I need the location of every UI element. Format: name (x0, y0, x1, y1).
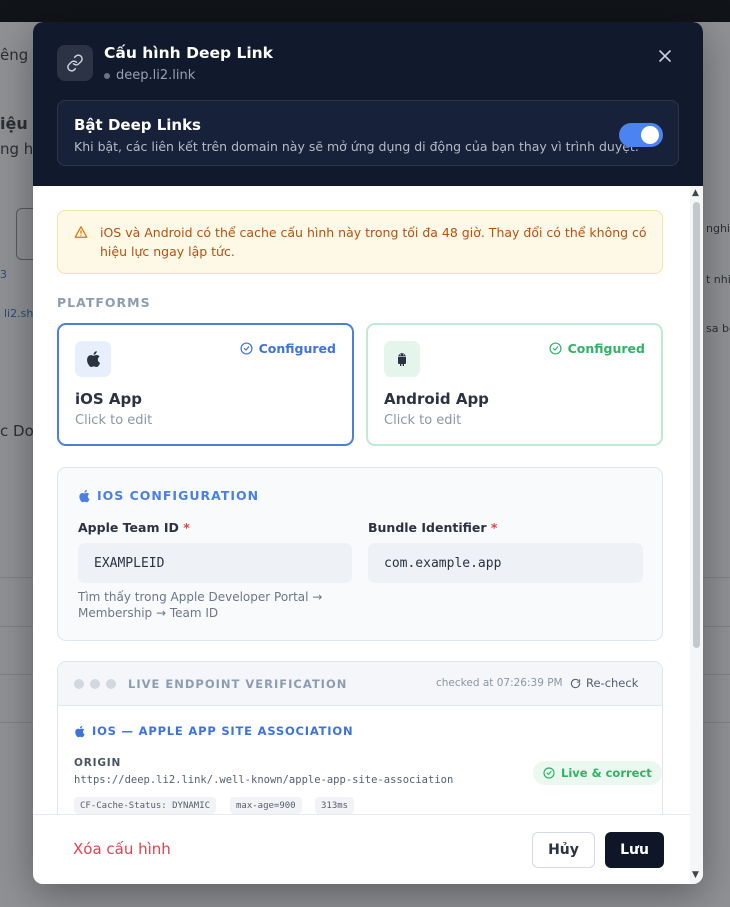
bg-text: sa bọ (706, 322, 730, 335)
close-button[interactable] (655, 46, 675, 66)
window-dot (106, 679, 116, 689)
scroll-up-icon[interactable]: ▲ (692, 188, 699, 198)
close-icon (659, 50, 671, 62)
bg-text: êng (0, 46, 29, 64)
ios-config-title-text: IOS CONFIGURATION (97, 488, 260, 503)
toggle-title: Bật Deep Links (74, 116, 201, 134)
modal-header: Cấu hình Deep Link deep.li2.link Bật Dee… (33, 22, 703, 186)
checked-at: checked at 07:26:39 PM (436, 677, 563, 689)
ios-status-text: Configured (258, 341, 336, 356)
domain-text: deep.li2.link (116, 68, 196, 83)
refresh-icon (570, 678, 581, 688)
ios-app-name: iOS App (75, 390, 143, 408)
link-icon (57, 45, 93, 81)
modal-title: Cấu hình Deep Link (104, 44, 273, 62)
toggle-description: Khi bật, các liên kết trên domain này sẽ… (74, 139, 639, 154)
cache-warning: iOS và Android có thể cache cấu hình này… (57, 210, 663, 274)
bg-text: 3 (0, 268, 7, 281)
android-icon (384, 341, 420, 377)
header-chip: 313ms (315, 797, 355, 814)
aasa-section-title: IOS — APPLE APP SITE ASSOCIATION (74, 724, 353, 738)
app-top-bar (0, 0, 730, 22)
bundle-id-label: Bundle Identifier * (368, 520, 497, 535)
required-mark: * (490, 520, 498, 535)
android-app-name: Android App (384, 390, 489, 408)
window-dot (74, 679, 84, 689)
toggle-knob (641, 126, 659, 144)
bg-text: c Do (0, 422, 34, 440)
warning-text: iOS và Android có thể cache cấu hình này… (100, 225, 647, 259)
bundle-id-label-text: Bundle Identifier (368, 520, 487, 535)
status-dot (104, 72, 110, 79)
header-chip: max-age=900 (230, 797, 302, 814)
verification-title: LIVE ENDPOINT VERIFICATION (128, 677, 348, 691)
deep-links-toggle-row: Bật Deep Links Khi bật, các liên kết trê… (57, 100, 679, 166)
save-button[interactable]: Lưu (605, 832, 664, 868)
recheck-label: Re-check (586, 676, 639, 690)
recheck-button[interactable]: Re-check (570, 676, 638, 690)
live-status-badge: Live & correct (533, 761, 662, 785)
verification-header: LIVE ENDPOINT VERIFICATION checked at 07… (58, 662, 662, 706)
android-app-subtitle: Click to edit (384, 413, 462, 428)
ios-config-title: IOS CONFIGURATION (78, 488, 259, 503)
bundle-id-input[interactable]: com.example.app (368, 543, 643, 583)
bg-text: t nhiề (706, 273, 730, 286)
warning-icon (74, 226, 88, 238)
ios-configuration-panel: IOS CONFIGURATION Apple Team ID * EXAMPL… (57, 467, 663, 641)
required-mark: * (183, 520, 190, 535)
aasa-title-text: IOS — APPLE APP SITE ASSOCIATION (92, 724, 354, 738)
origin-label: ORIGIN (74, 757, 122, 769)
android-status-text: Configured (567, 341, 645, 356)
scrollbar-thumb[interactable] (693, 202, 700, 648)
header-chip: CF-Cache-Status: DYNAMIC (74, 797, 217, 814)
live-status-text: Live & correct (561, 766, 652, 780)
team-id-label: Apple Team ID * (78, 520, 190, 535)
live-endpoint-verification: LIVE ENDPOINT VERIFICATION checked at 07… (57, 661, 663, 814)
deep-links-toggle[interactable] (619, 123, 663, 147)
apple-icon (79, 489, 90, 502)
check-circle-icon (549, 342, 562, 355)
modal-footer: Xóa cấu hình Hủy Lưu (33, 814, 690, 884)
ios-app-subtitle: Click to edit (75, 413, 153, 428)
domain-label: deep.li2.link (104, 68, 195, 83)
check-circle-icon (240, 342, 253, 355)
android-status: Configured (549, 341, 645, 356)
origin-url: https://deep.li2.link/.well-known/apple-… (74, 774, 454, 786)
team-id-help: Tìm thấy trong Apple Developer Portal → … (78, 590, 323, 620)
delete-config-button[interactable]: Xóa cấu hình (73, 840, 171, 858)
cancel-button[interactable]: Hủy (532, 832, 595, 868)
apple-icon (75, 725, 85, 737)
platform-card-android[interactable]: Configured Android App Click to edit (366, 323, 663, 446)
window-dot (90, 679, 100, 689)
team-id-label-text: Apple Team ID (78, 520, 179, 535)
bg-text: ng h (0, 140, 34, 158)
team-id-input[interactable]: EXAMPLEID (78, 543, 352, 583)
apple-icon (75, 341, 111, 377)
modal-body: iOS và Android có thể cache cấu hình này… (33, 186, 703, 814)
platform-card-ios[interactable]: Configured iOS App Click to edit (57, 323, 354, 446)
scrollbar[interactable]: ▲ ▼ (690, 186, 703, 884)
deep-link-config-modal: Cấu hình Deep Link deep.li2.link Bật Dee… (33, 22, 703, 884)
bg-text: nghiệ (706, 222, 730, 235)
scroll-down-icon[interactable]: ▼ (692, 870, 699, 880)
ios-status: Configured (240, 341, 336, 356)
platforms-label: PLATFORMS (57, 295, 151, 310)
bg-text: li2.sh (4, 307, 34, 320)
check-circle-icon (543, 767, 555, 779)
